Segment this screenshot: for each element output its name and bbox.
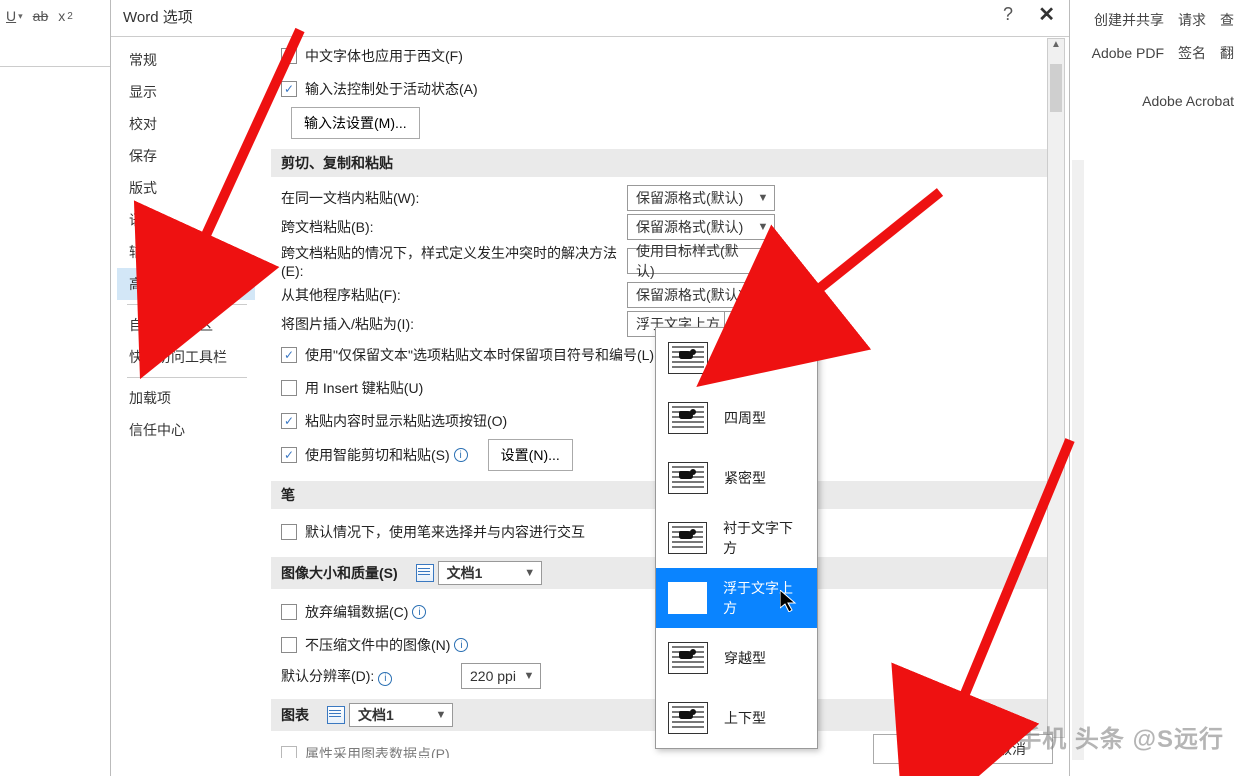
sidebar-item-general[interactable]: 常规 [117,44,255,76]
word-options-dialog: Word 选项 ? ✕ 常规 显示 校对 保存 版式 语言 辅助功能 高级 自定… [110,0,1070,776]
info-icon[interactable]: i [412,605,426,619]
sidebar-item-trust-center[interactable]: 信任中心 [117,414,255,446]
document-scrollbar[interactable] [1072,160,1084,760]
checkbox-smart-cut-paste[interactable] [281,447,297,463]
underline-button[interactable]: U▾ [6,8,23,24]
checkbox-apply-western[interactable] [281,48,297,64]
ribbon-fragments: U▾ ab x2 [0,0,79,32]
ok-button[interactable]: 确定 [873,734,955,764]
checkbox-keep-bullets[interactable] [281,347,297,363]
sidebar-item-addins[interactable]: 加载项 [117,382,255,414]
ime-settings-button[interactable]: 输入法设置(M)... [291,107,420,139]
section-paste: 剪切、复制和粘贴 [271,149,1049,177]
info-icon[interactable]: i [454,448,468,462]
options-sidebar: 常规 显示 校对 保存 版式 语言 辅助功能 高级 自定义功能区 快速访问工具栏… [117,44,255,446]
checkbox-discard-edit-data[interactable] [281,604,297,620]
ribbon-right: 创建并共享请求查 Adobe PDF签名翻 Adobe Acrobat [1092,0,1242,119]
wrap-option-square[interactable]: 四周型 [656,388,817,448]
wrap-icon [668,582,707,614]
combo-paste-other-programs[interactable]: 保留源格式(默认)▼ [627,282,775,308]
wrap-icon [668,702,708,734]
wrap-icon [668,642,708,674]
wrap-option-through[interactable]: 穿越型 [656,628,817,688]
checkbox-show-paste-options[interactable] [281,413,297,429]
wrap-option-tight[interactable]: 紧密型 [656,448,817,508]
wrap-icon [668,462,708,494]
picture-wrap-dropdown: 嵌入型 四周型 紧密型 衬于文字下方 浮于文字上方 穿越型 上下型 [655,327,818,749]
dialog-title: Word 选项 [123,6,193,27]
sidebar-item-customize-ribbon[interactable]: 自定义功能区 [117,309,255,341]
strikethrough-button[interactable]: ab [33,8,49,24]
checkbox-ime-active[interactable] [281,81,297,97]
sidebar-item-display[interactable]: 显示 [117,76,255,108]
checkbox-pen-select[interactable] [281,524,297,540]
checkbox-chart-props[interactable] [281,746,297,758]
sidebar-item-proofing[interactable]: 校对 [117,108,255,140]
sidebar-item-advanced[interactable]: 高级 [117,268,255,300]
checkbox-no-compress[interactable] [281,637,297,653]
subscript-button[interactable]: x2 [58,8,73,24]
mouse-cursor-icon [780,590,798,617]
ruler-edge [0,66,110,67]
wrap-option-inline[interactable]: 嵌入型 [656,328,817,388]
combo-default-resolution[interactable]: 220 ppi▼ [461,663,541,689]
combo-paste-style-conflict[interactable]: 使用目标样式(默认)▼ [627,248,775,274]
watermark-text: @手机 头条 @S远行 [961,719,1224,754]
document-icon [327,706,345,724]
smart-paste-settings-button[interactable]: 设置(N)... [488,439,573,471]
document-icon [416,564,434,582]
content-scrollbar[interactable]: ▲ [1047,38,1065,738]
combo-paste-cross-doc[interactable]: 保留源格式(默认)▼ [627,214,775,240]
sidebar-item-accessibility[interactable]: 辅助功能 [117,236,255,268]
combo-chart-doc[interactable]: 文档1▼ [349,703,453,727]
wrap-icon [668,342,708,374]
checkbox-insert-key-paste[interactable] [281,380,297,396]
wrap-icon [668,402,708,434]
info-icon[interactable]: i [378,672,392,686]
wrap-option-behind[interactable]: 衬于文字下方 [656,508,817,568]
sidebar-item-layout[interactable]: 版式 [117,172,255,204]
sidebar-item-quick-access[interactable]: 快速访问工具栏 [117,341,255,373]
close-button[interactable]: ✕ [1038,2,1055,27]
sidebar-item-language[interactable]: 语言 [117,204,255,236]
combo-paste-same-doc[interactable]: 保留源格式(默认)▼ [627,185,775,211]
sidebar-item-save[interactable]: 保存 [117,140,255,172]
info-icon[interactable]: i [454,638,468,652]
help-button[interactable]: ? [1003,4,1013,25]
wrap-option-topbottom[interactable]: 上下型 [656,688,817,748]
wrap-icon [668,522,707,554]
combo-image-doc[interactable]: 文档1▼ [438,561,542,585]
